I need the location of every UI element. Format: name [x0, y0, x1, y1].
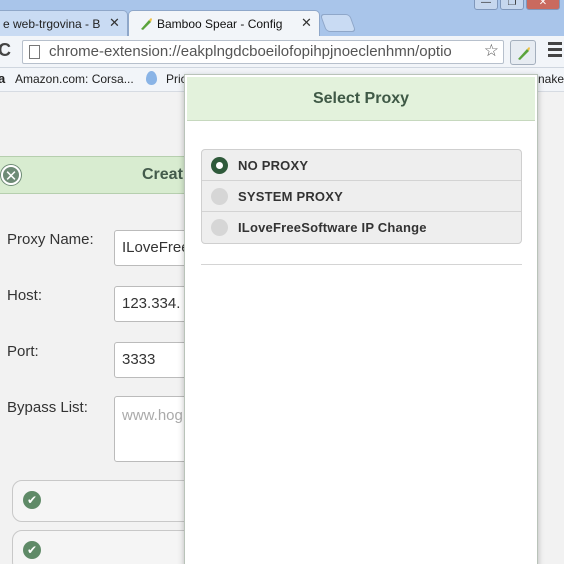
- proxy-name-label: Proxy Name:: [7, 231, 94, 248]
- popup-header: Select Proxy: [187, 77, 535, 121]
- tab-bamboo-spear-config[interactable]: Bamboo Spear - Config ✕: [128, 10, 320, 36]
- tab-close-icon[interactable]: ✕: [301, 11, 312, 35]
- select-proxy-popup: Select Proxy NO PROXY SYSTEM PROXY ILove…: [184, 74, 538, 564]
- proxy-option-system-proxy[interactable]: SYSTEM PROXY: [202, 181, 521, 212]
- amazon-icon: a: [0, 71, 6, 86]
- window-controls: — ❐ ✕: [474, 0, 560, 10]
- page-icon: [29, 45, 40, 59]
- proxy-option-list: NO PROXY SYSTEM PROXY ILoveFreeSoftware …: [201, 149, 522, 244]
- close-dialog-icon[interactable]: ✕: [1, 165, 21, 185]
- address-bar[interactable]: chrome-extension://eakplngdcboeilofopihp…: [22, 40, 504, 64]
- maximize-button[interactable]: ❐: [500, 0, 524, 10]
- popup-divider: [201, 264, 522, 265]
- droplet-icon: [146, 71, 157, 85]
- radio-unselected-icon[interactable]: [211, 188, 228, 205]
- tab-title: e web-trgovina - B: [3, 17, 101, 31]
- new-tab-button[interactable]: [319, 14, 357, 32]
- url-text[interactable]: chrome-extension://eakplngdcboeilofopihp…: [49, 43, 477, 60]
- tab-close-icon[interactable]: ✕: [109, 11, 120, 35]
- pen-icon: [518, 47, 530, 60]
- radio-unselected-icon[interactable]: [211, 219, 228, 236]
- dialog-title: Creat: [142, 166, 183, 183]
- proxy-option-label: NO PROXY: [238, 158, 309, 173]
- tab-title: Bamboo Spear - Config: [157, 17, 283, 31]
- host-label: Host:: [7, 287, 43, 304]
- pen-favicon-icon: [141, 18, 152, 30]
- check-icon: ✔: [23, 491, 41, 509]
- title-bar: e web-trgovina - B ✕ Bamboo Spear - Conf…: [0, 0, 564, 36]
- bookmark-snake[interactable]: nake: [538, 72, 564, 86]
- bookmark-star-icon[interactable]: ☆: [484, 41, 499, 61]
- chrome-menu-icon[interactable]: [548, 42, 562, 58]
- popup-title: Select Proxy: [312, 90, 410, 107]
- port-label: Port:: [7, 343, 39, 360]
- radio-selected-icon[interactable]: [211, 157, 228, 174]
- bamboo-spear-extension-button[interactable]: [510, 40, 536, 65]
- tab-web-trgovina[interactable]: e web-trgovina - B ✕: [0, 10, 128, 36]
- bypass-list-label: Bypass List:: [7, 399, 88, 416]
- proxy-option-label: SYSTEM PROXY: [238, 189, 343, 204]
- reload-icon[interactable]: C: [0, 40, 11, 61]
- bookmark-amazon[interactable]: Amazon.com: Corsa...: [15, 72, 134, 86]
- minimize-button[interactable]: —: [474, 0, 498, 10]
- proxy-option-label: ILoveFreeSoftware IP Change: [238, 220, 427, 235]
- proxy-option-ilovefreesoftware[interactable]: ILoveFreeSoftware IP Change: [202, 212, 521, 243]
- proxy-option-no-proxy[interactable]: NO PROXY: [202, 150, 521, 181]
- browser-toolbar: C chrome-extension://eakplngdcboeilofopi…: [0, 36, 564, 68]
- check-icon: ✔: [23, 541, 41, 559]
- close-window-button[interactable]: ✕: [526, 0, 560, 10]
